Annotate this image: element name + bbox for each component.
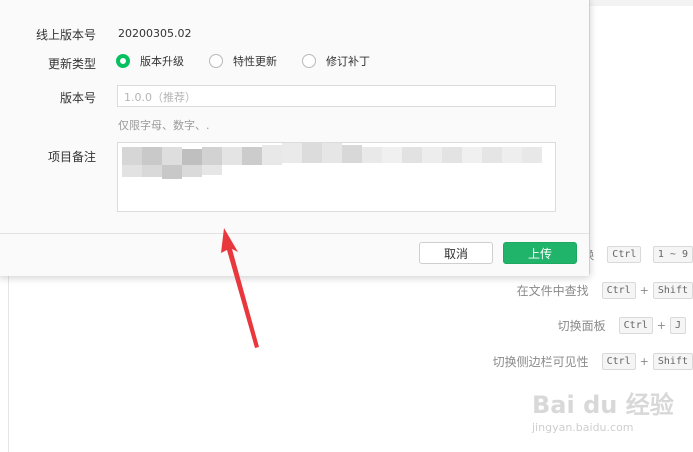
watermark-logo: Bai du 经验 — [532, 391, 674, 419]
arrow-shape — [221, 228, 259, 348]
baidu-jingyan-watermark: Bai du 经验 jingyan.baidu.com — [532, 385, 692, 445]
watermark-url: jingyan.baidu.com — [532, 421, 634, 434]
